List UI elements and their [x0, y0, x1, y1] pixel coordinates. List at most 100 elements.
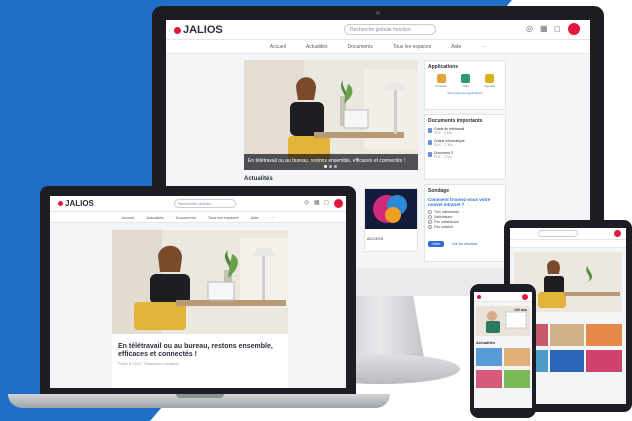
brand-logo[interactable]: JALIOS [58, 199, 94, 208]
nav-item-news[interactable]: Actualités [306, 44, 328, 50]
news-thumbnail[interactable] [586, 350, 622, 372]
logo-mark [58, 201, 63, 206]
news-thumbnail[interactable] [504, 348, 530, 366]
vote-button[interactable]: Voter [428, 241, 445, 247]
carousel-dot[interactable] [329, 165, 332, 168]
search-input[interactable]: Recherche globale fonction [344, 24, 436, 35]
app-tile-wiki[interactable]: Wiki [461, 74, 471, 88]
top-bar: JALIOS Recherche globale fonction ◎ ▦ ◻ [166, 20, 590, 40]
news-thumbnail[interactable] [586, 324, 622, 346]
webcam [376, 11, 380, 15]
news-thumbnail[interactable] [476, 348, 502, 366]
nav-item-help[interactable]: Aide [251, 215, 259, 220]
nav-item-spaces[interactable]: Tous les espaces [393, 44, 431, 50]
carousel-dot[interactable] [324, 165, 327, 168]
brand-name: JALIOS [183, 24, 223, 36]
logo-mark [174, 26, 181, 34]
radio-button[interactable] [428, 225, 432, 229]
notification-icon[interactable]: ◻ [324, 200, 329, 206]
poll-option[interactable]: Peu satisfaisant [428, 220, 502, 224]
user-avatar[interactable] [334, 199, 343, 208]
news-thumbnail[interactable] [550, 350, 584, 372]
app-tile-agenda[interactable]: Agenda [485, 74, 495, 88]
carousel-dots[interactable] [324, 165, 337, 168]
radio-button[interactable] [428, 215, 432, 219]
document-meta: PDF · 2 Mo [434, 155, 452, 159]
poll-option-label: Peu satisfaisant [434, 220, 459, 224]
radio-button[interactable] [428, 220, 432, 224]
documents-panel: Documents importants Guide du télétravai… [424, 114, 506, 180]
documents-title: Documents importants [428, 118, 483, 124]
document-meta: DOC · 1 Mo [434, 143, 453, 147]
section-title: Actualités [476, 340, 496, 345]
user-avatar[interactable] [614, 230, 621, 237]
phone-screen: 100 ans Actualités [474, 292, 532, 408]
poll-results-link[interactable]: Voir les résultats [452, 242, 478, 246]
nav-item-home[interactable]: Accueil [270, 44, 286, 50]
help-icon[interactable]: ◎ [304, 200, 309, 206]
directory-icon [436, 74, 446, 83]
brand-name: JALIOS [65, 199, 94, 208]
main-nav: Accueil Actualités Documents Tous les es… [50, 212, 346, 223]
nav-item-documents[interactable]: Documents [176, 215, 196, 220]
app-tile-label: Annuaire [435, 84, 448, 88]
top-bar: JALIOS Recherche globale ◎ ▦ ◻ [50, 196, 346, 212]
poll-title: Sondage [428, 188, 450, 194]
article-meta: Publié le 12/03 · Ressources humaines [118, 361, 179, 366]
news-thumbnail[interactable] [550, 324, 584, 346]
logo-mark[interactable] [477, 295, 481, 299]
user-avatar[interactable] [522, 294, 528, 300]
carousel-dot[interactable] [334, 165, 337, 168]
poll-option-label: Satisfaisant [434, 215, 453, 219]
document-item[interactable]: Document 3 PDF · 2 Mo [428, 151, 502, 159]
poll-option[interactable]: Pas satisfait [428, 225, 502, 229]
notification-icon[interactable]: ◻ [554, 25, 561, 33]
nav-item-home[interactable]: Accueil [121, 215, 134, 220]
news-card[interactable]: ACCESS [364, 188, 418, 252]
search-input[interactable] [538, 230, 578, 237]
document-item[interactable]: Guide du télétravail PDF · 4 Mo [428, 127, 502, 135]
article-title[interactable]: En télétravail ou au bureau, restons ens… [112, 339, 288, 362]
laptop: JALIOS Recherche globale ◎ ▦ ◻ Accueil A… [40, 186, 356, 394]
user-avatar[interactable] [568, 23, 580, 35]
app-tile-directory[interactable]: Annuaire [435, 74, 447, 88]
nav-item-news[interactable]: Actualités [146, 215, 163, 220]
radio-button[interactable] [428, 210, 432, 214]
nav-item-spaces[interactable]: Tous les espaces [208, 215, 239, 220]
news-thumbnail[interactable] [504, 370, 530, 388]
article-photo [112, 230, 288, 334]
poll-option-label: Pas satisfait [434, 225, 453, 229]
poll-option-label: Très satisfaisant [434, 210, 460, 214]
poll-option[interactable]: Très satisfaisant [428, 210, 502, 214]
main-nav [510, 240, 626, 248]
nav-item-documents[interactable]: Documents [348, 44, 373, 50]
top-bar [510, 228, 626, 240]
search-input[interactable]: Recherche globale [174, 199, 236, 208]
document-item[interactable]: Charte informatique DOC · 1 Mo [428, 139, 502, 147]
document-icon [428, 140, 432, 145]
nav-item-more[interactable]: ⋯ [271, 215, 275, 220]
section-title: Actualités [244, 176, 273, 182]
help-icon[interactable]: ◎ [526, 25, 533, 33]
apps-icon[interactable]: ▦ [540, 25, 548, 33]
smartphone: 100 ans Actualités [470, 284, 536, 418]
news-thumbnail[interactable] [476, 370, 502, 388]
news-card-label: ACCESS [367, 236, 384, 241]
hero-carousel[interactable]: En télétravail ou au bureau, restons ens… [244, 60, 418, 170]
brand-logo[interactable]: JALIOS [174, 24, 223, 36]
nav-item-more[interactable]: ⋯ [481, 44, 486, 50]
poll-panel: Sondage Comment trouvez-vous votre nouve… [424, 184, 506, 262]
laptop-trackpad-notch [176, 394, 224, 398]
document-icon [428, 128, 432, 133]
laptop-screen: JALIOS Recherche globale ◎ ▦ ◻ Accueil A… [50, 196, 346, 388]
document-icon [428, 152, 432, 157]
nav-item-help[interactable]: Aide [451, 44, 461, 50]
poll-option[interactable]: Satisfaisant [428, 215, 502, 219]
document-meta: PDF · 4 Mo [434, 131, 452, 135]
applications-panel: Applications Annuaire Wiki Agenda Voir t… [424, 60, 506, 110]
all-apps-link[interactable]: Voir toutes les applications [428, 91, 502, 95]
phone-badge: 100 ans [514, 308, 527, 312]
app-tile-label: Agenda [484, 84, 495, 88]
hero-caption-text: En télétravail ou au bureau, restons ens… [248, 158, 405, 164]
apps-icon[interactable]: ▦ [314, 200, 320, 206]
